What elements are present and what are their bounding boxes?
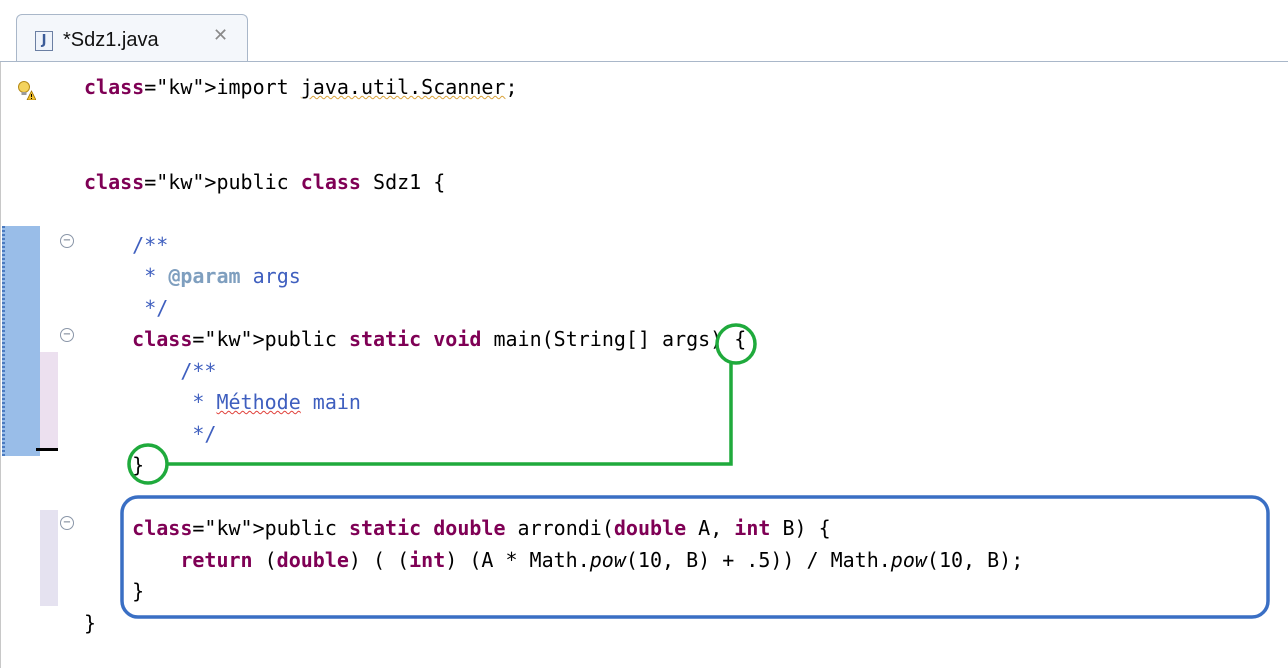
close-icon[interactable]: ✕ [213, 25, 228, 46]
current-line-marker [36, 448, 58, 451]
code-line-inner-javadoc-open: /** [180, 358, 217, 383]
code-editor[interactable]: − − − class="kw">import java.util.Scanne… [0, 62, 1288, 668]
code-line-main-signature: class="kw">public static void main(Strin… [132, 327, 747, 351]
fold-collapse-icon[interactable]: − [60, 328, 74, 342]
code-line-class-close: } [84, 610, 97, 635]
code-line-param: * @param args [144, 264, 301, 288]
ruler-edge [0, 62, 1, 668]
code-line-arrondi-close: } [84, 579, 145, 603]
quick-diff-change-marker [2, 226, 40, 456]
editor-tab-bar: J *Sdz1.java ✕ [0, 0, 1288, 62]
tab-title: *Sdz1.java [63, 29, 159, 51]
tab-sdz1-java[interactable]: J *Sdz1.java ✕ [16, 14, 248, 62]
quick-diff-change-marker [40, 510, 58, 606]
fold-collapse-icon[interactable]: − [60, 516, 74, 530]
code-line-javadoc-close: */ [144, 295, 169, 320]
code-line-main-close: } [84, 453, 145, 477]
code-line-methode: * Méthode main [192, 390, 361, 414]
code-line-return: return (double) ( (int) (A * Math.pow(10… [180, 547, 1024, 572]
quick-diff-change-marker [40, 352, 58, 448]
fold-collapse-icon[interactable]: − [60, 234, 74, 248]
code-line-arrondi-signature: class="kw">public static double arrondi(… [132, 516, 831, 540]
code-line-import: class="kw">import java.util.Scanner; [84, 75, 518, 99]
code-line-inner-javadoc-close: */ [192, 421, 217, 446]
lightbulb-warning-icon[interactable] [16, 80, 36, 100]
vertical-ruler [0, 62, 60, 668]
java-file-icon: J [35, 31, 53, 51]
code-line-class: class="kw">public class Sdz1 { [84, 169, 446, 194]
code-line-javadoc-open: /** [132, 232, 169, 257]
source-code[interactable]: class="kw">import java.util.Scanner; cla… [84, 72, 1023, 639]
